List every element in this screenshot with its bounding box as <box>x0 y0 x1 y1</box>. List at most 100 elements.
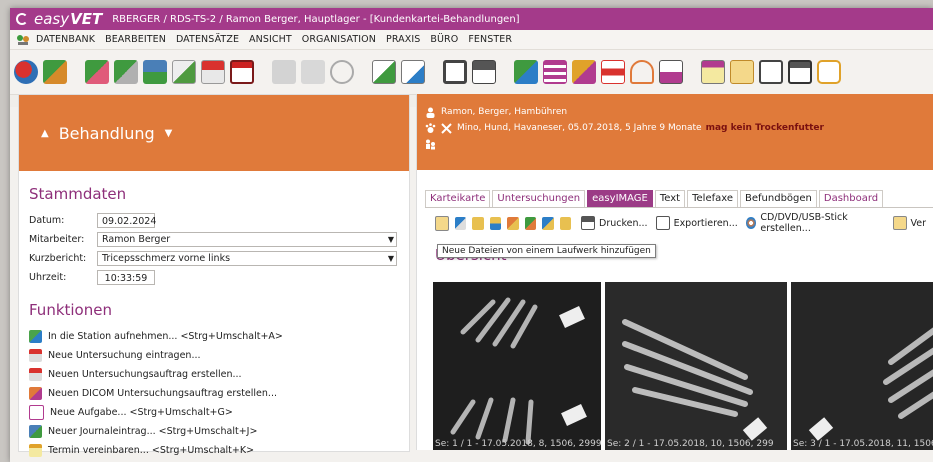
function-new-journal[interactable]: Neuer Journaleintrag... <Strg+Umschalt+J… <box>29 422 409 441</box>
xray-thumbnail-3[interactable]: Se: 3 / 1 - 17.05.2018, 11, 1506, 299 <box>791 282 933 450</box>
chart-icon[interactable] <box>143 60 167 84</box>
alarm-bell-icon[interactable] <box>630 60 654 84</box>
customer-list-icon[interactable] <box>114 60 138 84</box>
customers-icon[interactable] <box>43 60 67 84</box>
brand-suffix: VET <box>70 10 103 28</box>
task-icon <box>29 405 44 420</box>
create-media-button[interactable]: CD/DVD/USB-Stick erstellen... <box>745 212 885 234</box>
menu-buero[interactable]: BÜRO <box>430 34 458 45</box>
message-icon[interactable] <box>817 60 841 84</box>
more-label: Ver <box>910 217 927 229</box>
network-icon[interactable] <box>514 60 538 84</box>
kurzbericht-value: Tricepsschmerz vorne links <box>102 253 231 264</box>
kurzbericht-select[interactable]: Tricepsschmerz vorne links ▼ <box>97 251 397 266</box>
checklist-icon[interactable] <box>759 60 783 84</box>
app-menu-icon[interactable] <box>16 34 30 46</box>
mitarbeiter-select[interactable]: Ramon Berger ▼ <box>97 232 397 247</box>
calendar-icon[interactable] <box>201 60 225 84</box>
xray-caption-1: Se: 1 / 1 - 17.05.2018, 8, 1506, 2999 <box>435 439 601 449</box>
paw-icon[interactable] <box>730 60 754 84</box>
print-icon[interactable] <box>472 60 496 84</box>
uhrzeit-field[interactable]: 10:33:59 <box>97 270 155 285</box>
function-new-examination[interactable]: Neue Untersuchung eintragen... <box>29 346 409 365</box>
function-label: Neuer Journaleintrag... <Strg+Umschalt+J… <box>48 426 258 437</box>
import-icon[interactable] <box>454 216 466 230</box>
function-new-exam-order[interactable]: Neuen Untersuchungsauftrag erstellen... <box>29 365 409 384</box>
dropdown-arrow-icon[interactable]: ▼ <box>388 232 394 247</box>
function-label: Neuen Untersuchungsauftrag erstellen... <box>48 369 242 380</box>
capture-icon[interactable] <box>524 216 536 230</box>
tab-befundboegen[interactable]: Befundbögen <box>740 190 817 207</box>
toolbar-separator <box>259 60 267 84</box>
function-new-task[interactable]: Neue Aufgabe... <Strg+Umschalt+G> <box>29 403 409 422</box>
folder-icon[interactable] <box>472 216 484 230</box>
menu-fenster[interactable]: FENSTER <box>468 34 512 45</box>
xray-caption-2: Se: 2 / 1 - 17.05.2018, 10, 1506, 299 <box>607 439 774 449</box>
edit-icon[interactable] <box>559 216 571 230</box>
function-appointment[interactable]: Termin vereinbaren... <Strg+Umschalt+K> <box>29 441 409 460</box>
function-station-admit[interactable]: In die Station aufnehmen... <Strg+Umscha… <box>29 327 409 346</box>
new-document-icon[interactable] <box>401 60 425 84</box>
copy-icon[interactable] <box>272 60 296 84</box>
function-label: Neue Aufgabe... <Strg+Umschalt+G> <box>50 407 233 418</box>
export-label: Exportieren... <box>673 217 738 229</box>
menu-bearbeiten[interactable]: BEARBEITEN <box>105 34 166 45</box>
cut-icon[interactable] <box>330 60 354 84</box>
scan-icon[interactable] <box>489 216 501 230</box>
tab-text[interactable]: Text <box>654 190 686 207</box>
lab-icon[interactable] <box>659 60 683 84</box>
pharmacy-icon[interactable] <box>572 60 596 84</box>
tab-telefaxe[interactable]: Telefaxe <box>687 190 739 207</box>
menu-datenbank[interactable]: DATENBANK <box>36 34 95 45</box>
device-icon[interactable] <box>788 60 812 84</box>
export-button[interactable]: Exportieren... <box>655 216 738 230</box>
tab-untersuchungen[interactable]: Untersuchungen <box>492 190 586 207</box>
xray-image-1 <box>433 282 601 450</box>
uhrzeit-row: Uhrzeit: 10:33:59 <box>29 268 409 287</box>
xray-thumbnail-1[interactable]: Se: 1 / 1 - 17.05.2018, 8, 1506, 2999 <box>433 282 601 450</box>
app-logo-icon <box>16 13 28 25</box>
more-button[interactable]: Ver <box>892 216 927 230</box>
menu-organisation[interactable]: ORGANISATION <box>302 34 376 45</box>
xray-thumbnail-2[interactable]: Se: 2 / 1 - 17.05.2018, 10, 1506, 299 <box>605 282 787 450</box>
add-from-drive-icon[interactable] <box>435 215 449 231</box>
camera-icon[interactable] <box>507 216 519 230</box>
menu-ansicht[interactable]: ANSICHT <box>249 34 292 45</box>
treatment-header[interactable]: ▲ Behandlung ▼ <box>19 95 409 171</box>
dropdown-arrow-icon[interactable]: ▼ <box>388 251 394 266</box>
medical-cross-icon[interactable] <box>601 60 625 84</box>
tab-easyimage[interactable]: easyIMAGE <box>587 190 653 207</box>
toolbar-separator <box>359 60 367 84</box>
print-label: Drucken... <box>599 217 648 229</box>
new-customer-icon[interactable] <box>85 60 109 84</box>
menu-praxis[interactable]: PRAXIS <box>386 34 420 45</box>
tab-karteikarte[interactable]: Karteikarte <box>425 190 491 207</box>
print-button[interactable]: Drucken... <box>581 216 648 230</box>
function-new-dicom-order[interactable]: Neuen DICOM Untersuchungsauftrag erstell… <box>29 384 409 403</box>
appointment-icon <box>29 444 42 457</box>
paste-icon[interactable] <box>301 60 325 84</box>
family-icon[interactable] <box>425 139 436 150</box>
collapse-up-icon[interactable]: ▲ <box>41 128 49 139</box>
kurzbericht-row: Kurzbericht: Tricepsschmerz vorne links ▼ <box>29 249 409 268</box>
invoice-icon[interactable] <box>230 60 254 84</box>
patient-info: Mino, Hund, Havaneser, 05.07.2018, 5 Jah… <box>457 123 702 133</box>
new-record-icon[interactable] <box>372 60 396 84</box>
menu-datensaetze[interactable]: DATENSÄTZE <box>176 34 239 45</box>
reminder-icon[interactable] <box>14 60 38 84</box>
printer-icon <box>581 216 595 230</box>
tab-dashboard[interactable]: Dashboard <box>818 190 884 207</box>
mitarbeiter-row: Mitarbeiter: Ramon Berger ▼ <box>29 230 409 249</box>
save-icon[interactable] <box>443 60 467 84</box>
function-label: Neue Untersuchung eintragen... <box>48 350 201 361</box>
stammdaten-title: Stammdaten <box>29 185 127 203</box>
kurzbericht-label: Kurzbericht: <box>29 253 87 264</box>
datum-field[interactable]: 09.02.2024 <box>97 213 156 228</box>
chevron-down-icon[interactable]: ▼ <box>165 128 173 139</box>
record-icon[interactable] <box>172 60 196 84</box>
tasks-icon[interactable] <box>701 60 725 84</box>
list-icon[interactable] <box>543 60 567 84</box>
compare-icon[interactable] <box>542 216 554 230</box>
owner-line: Ramon, Berger, Hambühren <box>425 104 933 120</box>
mitarbeiter-value: Ramon Berger <box>102 234 171 245</box>
